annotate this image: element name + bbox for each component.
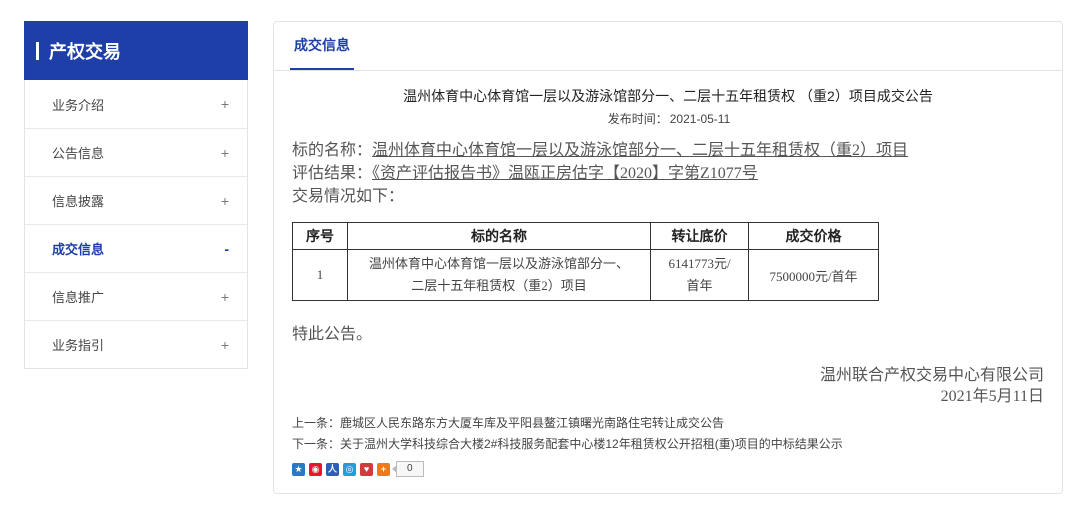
cell-name-line1: 温州体育中心体育馆一层以及游泳馆部分一、	[368, 256, 629, 271]
signature-date: 2021年5月11日	[940, 388, 1044, 405]
expand-icon[interactable]: +	[221, 337, 229, 353]
kaixin-icon[interactable]: ♥	[360, 462, 373, 476]
notice-text: 特此公告。	[292, 326, 373, 343]
subject-line: 标的名称：温州体育中心体育馆一层以及游泳馆部分一、二层十五年租赁权（重2）项目	[292, 136, 908, 160]
sidebar-item-label: 业务介绍	[52, 97, 105, 113]
header-deal-price: 成交价格	[748, 222, 879, 250]
sidebar-item-label: 公告信息	[52, 146, 105, 161]
publish-date-label: 发布时间：	[607, 112, 668, 126]
sidebar-item-business-intro[interactable]: 业务介绍 +	[25, 80, 247, 128]
sidebar-item-label: 信息披露	[52, 194, 105, 209]
sidebar-header: 产权交易	[24, 21, 248, 80]
header-base-price: 转让底价	[650, 222, 749, 250]
sidebar-item-deal-info[interactable]: 成交信息 -	[25, 224, 247, 272]
cell-deal-price: 7500000元/首年	[748, 249, 879, 301]
content-panel: 成交信息 温州体育中心体育馆一层以及游泳馆部分一、二层十五年租赁权 （重2）项目…	[273, 21, 1063, 494]
sidebar-item-disclosure[interactable]: 信息披露 +	[25, 176, 247, 224]
more-share-icon[interactable]: +	[377, 462, 390, 476]
sidebar: 产权交易 业务介绍 + 公告信息 + 信息披露 + 成交信息 - 信息推广 + …	[24, 21, 248, 369]
tab-bar: 成交信息	[274, 22, 1062, 71]
publish-date: 发布时间： 2021-05-11	[274, 110, 1062, 127]
share-count: 0	[392, 461, 424, 477]
sidebar-item-announcements[interactable]: 公告信息 +	[25, 128, 247, 176]
article-title: 温州体育中心体育馆一层以及游泳馆部分一、二层十五年租赁权 （重2）项目成交公告	[403, 88, 933, 104]
cell-name: 温州体育中心体育馆一层以及游泳馆部分一、 二层十五年租赁权（重2）项目	[347, 249, 651, 301]
subject-value: 温州体育中心体育馆一层以及游泳馆部分一、二层十五年租赁权（重2）项目	[372, 142, 909, 159]
qzone-star-icon[interactable]: ★	[292, 462, 305, 476]
expand-icon[interactable]: +	[221, 193, 229, 209]
collapse-icon[interactable]: -	[224, 241, 229, 257]
cell-base-line2: 首年	[686, 278, 713, 293]
next-label: 下一条：	[292, 437, 341, 451]
deal-intro: 交易情况如下：	[292, 188, 405, 205]
sidebar-title: 产权交易	[49, 41, 121, 62]
share-bar: ★ ◉ 人 ◎ ♥ + 0	[292, 461, 424, 477]
sidebar-item-label: 业务指引	[52, 338, 105, 353]
tab-deal-info[interactable]: 成交信息	[290, 22, 354, 70]
renren-icon[interactable]: 人	[326, 462, 339, 476]
prev-label: 上一条：	[292, 416, 341, 430]
header-no: 序号	[292, 222, 348, 250]
publish-date-value: 2021-05-11	[669, 112, 731, 126]
table-header-row: 序号 标的名称 转让底价 成交价格	[292, 222, 879, 250]
table-row: 1 温州体育中心体育馆一层以及游泳馆部分一、 二层十五年租赁权（重2）项目 61…	[292, 249, 879, 301]
prev-article-link[interactable]: 鹿城区人民东路东方大厦车库及平阳县鳌江镇曙光南路住宅转让成交公告	[340, 416, 724, 430]
evaluation-value: 《资产评估报告书》温瓯正房估字【2020】字第Z1077号	[372, 165, 758, 182]
tencent-weibo-icon[interactable]: ◎	[343, 462, 356, 476]
header-accent-bar	[36, 41, 39, 60]
prev-article: 上一条：鹿城区人民东路东方大厦车库及平阳县鳌江镇曙光南路住宅转让成交公告	[292, 414, 724, 431]
evaluation-label: 评估结果：	[292, 165, 373, 182]
header-name: 标的名称	[347, 222, 651, 250]
sidebar-item-promotion[interactable]: 信息推广 +	[25, 272, 247, 320]
sidebar-item-label: 成交信息	[52, 242, 105, 257]
expand-icon[interactable]: +	[221, 145, 229, 161]
sidebar-menu: 业务介绍 + 公告信息 + 信息披露 + 成交信息 - 信息推广 + 业务指引 …	[24, 80, 248, 369]
cell-base-line1: 6141773元/	[668, 256, 731, 271]
cell-base-price: 6141773元/ 首年	[650, 249, 749, 301]
cell-no: 1	[292, 249, 348, 301]
subject-label: 标的名称：	[292, 142, 373, 159]
expand-icon[interactable]: +	[221, 96, 229, 112]
evaluation-line: 评估结果：《资产评估报告书》温瓯正房估字【2020】字第Z1077号	[292, 159, 758, 183]
weibo-icon[interactable]: ◉	[309, 462, 322, 476]
next-article: 下一条：关于温州大学科技综合大楼2#科技服务配套中心楼12年租赁权公开招租(重)…	[292, 435, 843, 452]
expand-icon[interactable]: +	[221, 289, 229, 305]
sidebar-item-label: 信息推广	[52, 290, 105, 305]
cell-name-line2: 二层十五年租赁权（重2）项目	[411, 278, 587, 293]
next-article-link[interactable]: 关于温州大学科技综合大楼2#科技服务配套中心楼12年租赁权公开招租(重)项目的中…	[340, 437, 843, 451]
sidebar-item-guide[interactable]: 业务指引 +	[25, 320, 247, 368]
deal-table: 序号 标的名称 转让底价 成交价格 1 温州体育中心体育馆一层以及游泳馆部分一、…	[292, 222, 879, 301]
